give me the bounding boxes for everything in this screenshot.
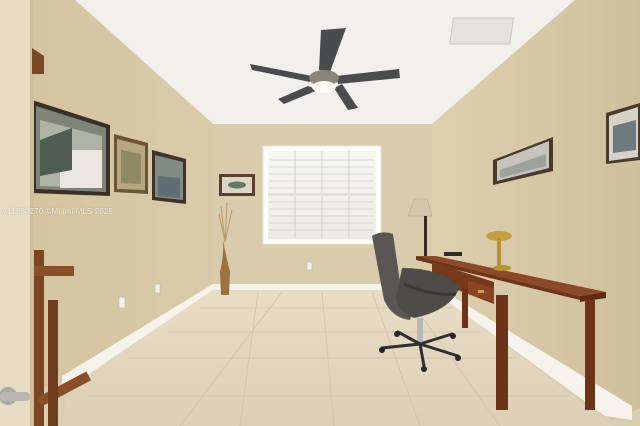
- outlet-left-2: [154, 283, 161, 294]
- outlet-back: [306, 261, 313, 271]
- listing-watermark: A11884270 ©Miami MLS 2025: [2, 207, 113, 216]
- air-vent: [449, 17, 515, 45]
- room-photo: A11884270 ©Miami MLS 2025: [0, 0, 640, 426]
- right-wall-framed-print-corner: [606, 103, 640, 164]
- shuttered-window: [262, 145, 382, 245]
- outlet-left: [118, 296, 126, 309]
- desk-device: [444, 252, 462, 256]
- left-wall-framed-print-medium: [114, 134, 148, 194]
- fish-print-frame: [219, 174, 255, 196]
- left-wall-framed-print-small: [152, 150, 186, 204]
